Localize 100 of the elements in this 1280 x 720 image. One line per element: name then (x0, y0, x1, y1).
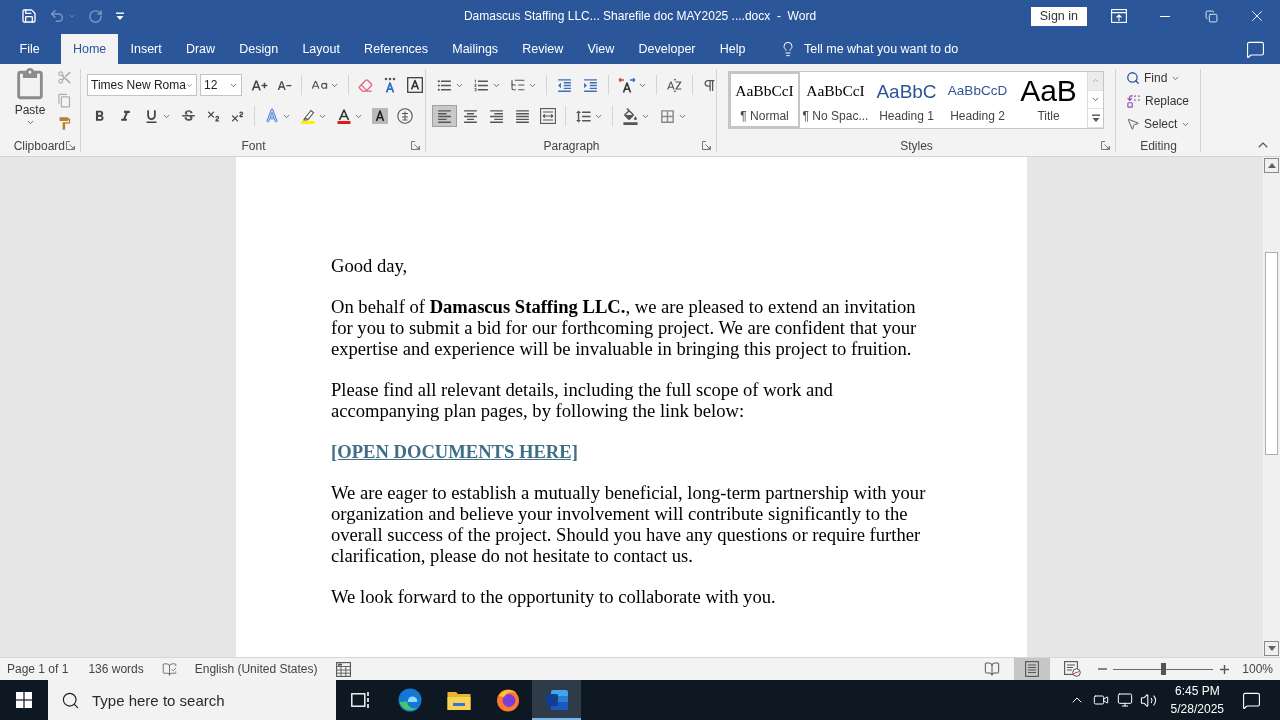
search-icon (1126, 71, 1140, 85)
align-left-icon (436, 107, 453, 125)
style-gallery-item[interactable]: AaBbCcI ¶ Normal (729, 72, 800, 128)
plus-icon (1219, 664, 1229, 674)
paint-bucket-icon (622, 107, 639, 125)
folder-icon (446, 689, 471, 711)
word-count[interactable]: 136 words (88, 658, 144, 680)
menu-tab[interactable]: Insert (118, 34, 174, 64)
document-link[interactable]: [OPEN DOCUMENTS HERE] (331, 441, 578, 462)
menu-tab[interactable]: Home (61, 34, 118, 64)
triangle-up-icon (1267, 163, 1276, 168)
dialog-launcher-icon (411, 141, 420, 150)
scrollbar-thumb[interactable] (1265, 252, 1278, 455)
menu-tab[interactable]: Help (708, 34, 757, 64)
save-icon (21, 8, 37, 24)
font-name-field[interactable]: Times New Roma (87, 74, 197, 96)
outlined-letter-icon (264, 108, 280, 124)
clock[interactable]: 6:45 PM 5/28/2025 (1164, 680, 1230, 720)
zoom-slider-thumb[interactable] (1160, 663, 1166, 675)
search-field[interactable]: Type here to search (92, 691, 252, 709)
pointer-icon (1126, 117, 1140, 131)
pilcrow-icon (702, 77, 717, 93)
menu-tab[interactable]: Review (510, 34, 575, 64)
paragraph: Please find all relevant details, including the full scope of work and accompanying plan pages, by following the link below: (331, 379, 833, 421)
group-label: Paragraph (543, 138, 600, 153)
boxed-letter-icon (407, 77, 423, 93)
task-view-icon (350, 691, 371, 709)
copy-icon (57, 92, 72, 108)
lightbulb-icon (780, 41, 796, 57)
replace-icon (1126, 93, 1141, 109)
flame-globe-icon (495, 688, 520, 712)
justify-icon (514, 107, 531, 125)
align-right-icon (488, 107, 505, 125)
triangle-down-icon (1267, 646, 1276, 651)
language-indicator[interactable]: English (United States) (194, 658, 318, 680)
sign-in-button[interactable]: Sign in (1030, 6, 1087, 26)
align-left-button[interactable] (432, 105, 457, 127)
page-globe-icon (1063, 661, 1081, 677)
paragraph: We are eager to establish a mutually beneficial, long-term partnership with your organization and believe your involvement will contribute significantly to the overall success of the project. Should you have any questions or require further clarification, please do not hesitate to contact us. (331, 482, 926, 566)
superscript-icon (230, 108, 245, 124)
scroll-down-button[interactable] (1264, 641, 1279, 656)
window-title: Damascus Staffing LLC... Sharefile doc MAY2025 ....docx - Word (463, 9, 817, 23)
list-tree-icon (510, 77, 526, 93)
scroll-up-button[interactable] (1264, 158, 1279, 173)
page-count[interactable]: Page 1 of 1 (7, 658, 69, 680)
dialog-launcher-button[interactable] (65, 140, 76, 151)
tell-me-field[interactable]: Tell me what you want to do (804, 40, 979, 58)
paint-roller-icon (57, 115, 72, 131)
zoom-level[interactable]: 100% (1242, 662, 1273, 676)
menu-tab[interactable]: Mailings (440, 34, 510, 64)
subscript-icon (206, 108, 221, 124)
highlighter-icon (300, 108, 316, 124)
dialog-launcher-icon (1101, 141, 1110, 150)
caret-icon (25, 118, 35, 127)
search-icon (61, 690, 80, 710)
redo-icon (88, 8, 103, 24)
chevron-down-icon (1091, 95, 1100, 104)
indent-increase-icon (582, 76, 599, 94)
minimize-icon (1160, 15, 1170, 17)
letter-arrows-icon (618, 77, 636, 93)
distributed-lines-icon (540, 108, 556, 124)
minus-icon (1097, 668, 1107, 670)
paragraph: We look forward to the opportunity to collaborate with you. (331, 586, 776, 607)
scissors-icon (57, 69, 72, 85)
replace-button[interactable]: Replace (1124, 90, 1192, 112)
speaker-icon (1140, 691, 1158, 709)
font-color-icon (336, 108, 352, 124)
menu-tab[interactable]: References (352, 34, 440, 64)
select-button[interactable]: Select (1124, 113, 1193, 135)
menu-tab[interactable]: Layout (290, 34, 352, 64)
menu-tab[interactable]: Design (227, 34, 290, 64)
dialog-launcher-icon (702, 141, 711, 150)
dialog-launcher-button[interactable] (701, 140, 712, 151)
sort-icon (666, 76, 683, 94)
group-label: Editing (1140, 138, 1177, 153)
menu-tab[interactable]: Developer (626, 34, 708, 64)
menu-tab[interactable]: File (8, 34, 52, 64)
caret-icon (68, 12, 76, 20)
paste-button[interactable]: Paste (9, 66, 51, 136)
group-label: Font (241, 138, 266, 153)
indent-decrease-icon (556, 76, 573, 94)
font-size-field[interactable]: 12 (200, 74, 242, 96)
monitor-icon (1116, 692, 1133, 708)
comment-icon (1245, 39, 1265, 59)
dialog-launcher-button[interactable] (410, 140, 421, 151)
menu-tab[interactable]: Draw (174, 34, 227, 64)
book-check-icon (161, 661, 177, 677)
window-arrow-icon (1111, 9, 1127, 23)
undo-icon (49, 8, 65, 24)
menu-tab[interactable]: View (575, 34, 626, 64)
print-layout-button[interactable] (1014, 658, 1051, 680)
book-icon (984, 661, 1001, 677)
grid-sheet-icon (335, 661, 351, 677)
align-center-icon (462, 107, 479, 125)
taskbar-app-button[interactable] (532, 680, 581, 720)
swirl-icon (397, 688, 422, 712)
find-button[interactable]: Find (1124, 67, 1183, 89)
page-lines-icon (1024, 661, 1041, 677)
dialog-launcher-button[interactable] (1100, 140, 1111, 151)
group-label: Styles (900, 138, 933, 153)
